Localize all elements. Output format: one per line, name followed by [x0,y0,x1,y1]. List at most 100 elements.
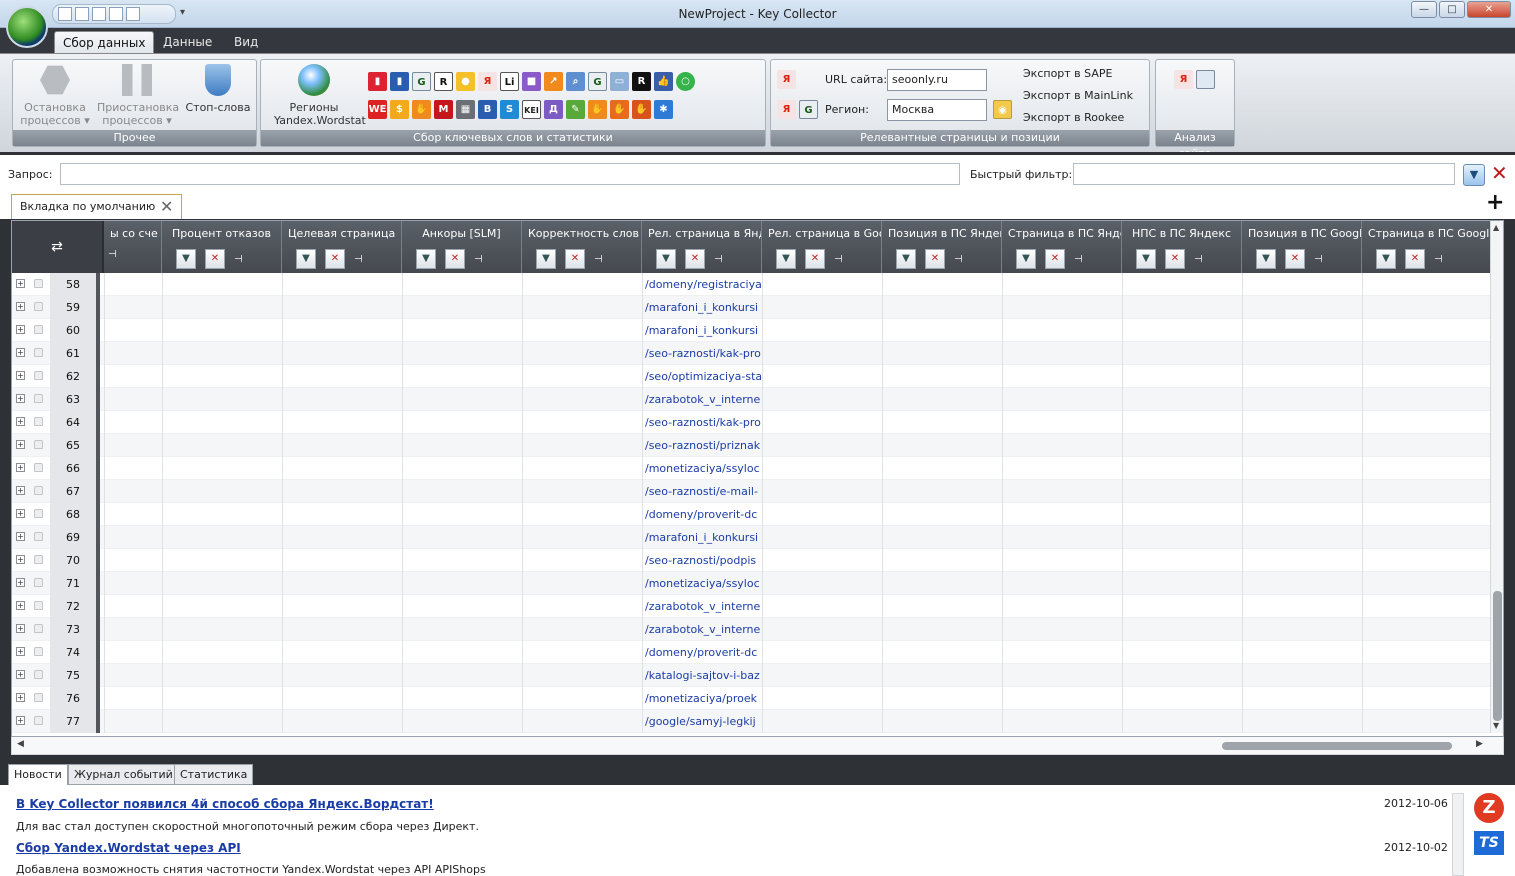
lock-icon[interactable] [34,532,43,541]
column-filter-icon[interactable]: ▼ [296,249,316,269]
column-clear-filter-icon[interactable]: ✕ [805,249,825,269]
column-clear-filter-icon[interactable]: ✕ [325,249,345,269]
lock-icon[interactable] [34,509,43,518]
table-row[interactable]: +58/domeny/registraciya [12,273,1490,296]
tab-default[interactable]: Вкладка по умолчанию ✕ [11,194,182,219]
expand-row-icon[interactable]: + [16,463,25,472]
relevant-page-yandex-cell[interactable]: /marafoni_i_konkursi [645,319,761,342]
app-menu-orb-icon[interactable] [6,6,48,48]
quick-filter-input[interactable] [1073,163,1455,185]
news-scrollbar[interactable] [1452,793,1464,876]
mail-stats-icon[interactable]: ■ [522,72,541,91]
column-header[interactable]: Рел. страница в Яндексе ▼ ✕ ⊣ [642,221,762,273]
hand-3-icon[interactable]: ✋ [610,100,629,119]
site-analysis-icon[interactable] [1196,70,1215,89]
column-filter-icon[interactable]: ▼ [1016,249,1036,269]
column-header[interactable]: Позиция в ПС Яндекс ▼ ✕ ⊣ [882,221,1002,273]
table-row[interactable]: +64/seo-raznosti/kak-pro [12,411,1490,434]
relevant-page-yandex-cell[interactable]: /domeny/proverit-dc [645,503,761,526]
table-row[interactable]: +73/zarabotok_v_interne [12,618,1490,641]
expand-row-icon[interactable]: + [16,601,25,610]
expand-row-icon[interactable]: + [16,279,25,288]
lock-icon[interactable] [34,601,43,610]
green-circle-icon[interactable]: ○ [676,72,695,91]
pin-icon[interactable]: ⊣ [1194,254,1203,265]
wordstat-batch-icon[interactable]: ▮ [390,72,409,91]
relevant-page-yandex-cell[interactable]: /zarabotok_v_interne [645,388,761,411]
yandex-analysis-icon[interactable]: Я [1174,70,1193,89]
column-clear-filter-icon[interactable]: ✕ [1405,249,1425,269]
horizontal-scrollbar[interactable]: ◀ ▶ [11,737,1504,755]
expand-row-icon[interactable]: + [16,578,25,587]
column-filter-icon[interactable]: ▼ [896,249,916,269]
table-row[interactable]: +70/seo-raznosti/podpis [12,549,1490,572]
apply-filter-icon[interactable]: ▼ [1463,164,1485,186]
column-header[interactable]: Целевая страница ▼ ✕ ⊣ [282,221,402,273]
pin-icon[interactable]: ⊣ [834,254,843,265]
lock-icon[interactable] [34,417,43,426]
lock-icon[interactable] [34,302,43,311]
column-filter-icon[interactable]: ▼ [536,249,556,269]
export-mainlink-button[interactable]: Экспорт в MainLink [1023,89,1133,102]
pin-icon[interactable]: ⊣ [954,254,963,265]
tab-data[interactable]: Данные [155,31,220,53]
table-row[interactable]: +66/monetizaciya/ssyloc [12,457,1490,480]
liveinternet-stats-icon[interactable]: ▮ [368,72,387,91]
multicolor-dots-icon[interactable]: ● [456,72,475,91]
yandex-relevant-icon[interactable]: Я [777,100,796,119]
lock-icon[interactable] [34,693,43,702]
b-icon[interactable]: B [478,100,497,119]
column-filter-icon[interactable]: ▼ [1136,249,1156,269]
pin-icon[interactable]: ⊣ [1434,254,1443,265]
url-site-input[interactable]: seoonly.ru [887,69,987,91]
expand-row-icon[interactable]: + [16,440,25,449]
yandex-icon[interactable]: Я [478,72,497,91]
lock-icon[interactable] [34,348,43,357]
pin-icon[interactable]: ⊣ [1074,254,1083,265]
liveinternet-icon[interactable]: Li [500,72,519,91]
table-row[interactable]: +74/domeny/proverit-dc [12,641,1490,664]
relevant-page-yandex-cell[interactable]: /domeny/proverit-dc [645,641,761,664]
scroll-left-icon[interactable]: ◀ [17,739,24,749]
relevant-page-yandex-cell[interactable]: /seo/optimizaciya-sta [645,365,761,388]
relevant-page-yandex-cell[interactable]: /zarabotok_v_interne [645,595,761,618]
column-clear-filter-icon[interactable]: ✕ [685,249,705,269]
relevant-page-yandex-cell[interactable]: /domeny/registraciya [645,273,761,296]
expand-row-icon[interactable]: + [16,716,25,725]
expand-row-icon[interactable]: + [16,348,25,357]
column-filter-icon[interactable]: ▼ [656,249,676,269]
table-row[interactable]: +68/domeny/proverit-dc [12,503,1490,526]
export-sape-button[interactable]: Экспорт в SAPE [1023,67,1112,80]
scroll-right-icon[interactable]: ▶ [1476,739,1483,749]
hand-2-icon[interactable]: ✋ [588,100,607,119]
stop-words-button[interactable]: Стоп-слова [178,64,258,114]
kei-icon[interactable]: KEI [522,100,541,119]
close-tab-icon[interactable]: ✕ [160,195,173,218]
trend-chart-icon[interactable]: ↗ [544,72,563,91]
column-header[interactable]: Страница в ПС Google ▼ ✕ ⊣ [1362,221,1490,273]
maximize-button[interactable]: □ [1439,1,1465,18]
region-globe-icon[interactable]: ◉ [993,100,1012,119]
column-clear-filter-icon[interactable]: ✕ [925,249,945,269]
column-header[interactable]: Корректность слов ▼ ✕ ⊣ [522,221,642,273]
pin-icon[interactable]: ⊣ [714,254,723,265]
molecule-icon[interactable]: ✱ [654,100,673,119]
minimize-button[interactable]: — [1411,1,1437,18]
we-icon[interactable]: WE [368,100,387,119]
scroll-up-icon[interactable]: ▲ [1493,223,1499,232]
z-logo-icon[interactable]: Z [1474,793,1504,823]
column-filter-icon[interactable]: ▼ [1256,249,1276,269]
rambler-dark-icon[interactable]: R [632,72,651,91]
relevant-page-yandex-cell[interactable]: /seo-raznosti/priznak [645,434,761,457]
google-search-icon[interactable]: G [588,72,607,91]
expand-row-icon[interactable]: + [16,693,25,702]
clear-filter-icon[interactable]: ✕ [1491,161,1508,185]
column-clear-filter-icon[interactable]: ✕ [1165,249,1185,269]
column-header[interactable]: НПС в ПС Яндекс ▼ ✕ ⊣ [1122,221,1242,273]
lock-icon[interactable] [34,394,43,403]
yandex-positions-icon[interactable]: Я [777,70,796,89]
add-tab-icon[interactable]: + [1486,190,1504,215]
table-row[interactable]: +59/marafoni_i_konkursi [12,296,1490,319]
column-header[interactable]: ы со сче ⊣ [104,221,162,273]
expand-row-icon[interactable]: + [16,394,25,403]
